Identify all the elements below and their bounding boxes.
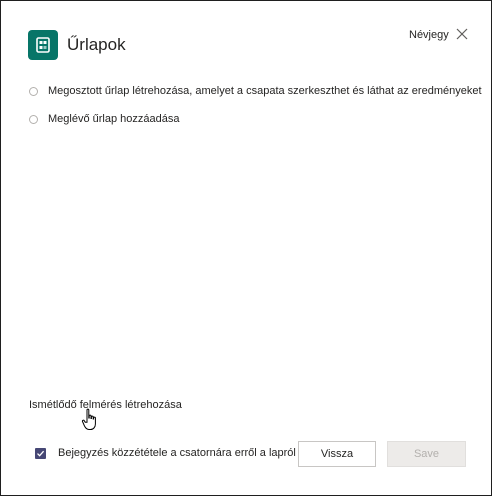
forms-dialog: Űrlapok Névjegy Megosztott űrlap létreho…: [0, 0, 492, 496]
radio-button[interactable]: [29, 114, 38, 124]
option-label: Megosztott űrlap létrehozása, amelyet a …: [48, 85, 482, 97]
forms-icon: [28, 30, 58, 60]
save-button[interactable]: Save: [387, 441, 466, 467]
option-add-existing-form[interactable]: Meglévő űrlap hozzáadása: [29, 113, 179, 125]
post-to-channel-label: Bejegyzés közzététele a csatornára erről…: [58, 447, 296, 459]
post-to-channel-checkbox[interactable]: [35, 447, 46, 459]
app-title: Űrlapok: [67, 35, 126, 54]
back-button[interactable]: Vissza: [298, 441, 376, 467]
close-icon: [456, 28, 468, 40]
about-link[interactable]: Névjegy: [409, 29, 449, 41]
post-to-channel-checkbox-row[interactable]: Bejegyzés közzététele a csatornára erről…: [35, 447, 296, 459]
option-label: Meglévő űrlap hozzáadása: [48, 113, 180, 125]
option-create-shared-form[interactable]: Megosztott űrlap létrehozása, amelyet a …: [29, 85, 482, 97]
radio-button[interactable]: [29, 86, 38, 96]
recurring-survey-link[interactable]: Ismétlődő felmérés létrehozása: [29, 399, 182, 411]
checkmark-icon: [37, 450, 45, 457]
close-button[interactable]: [453, 25, 471, 43]
hand-cursor-icon: [81, 408, 99, 437]
